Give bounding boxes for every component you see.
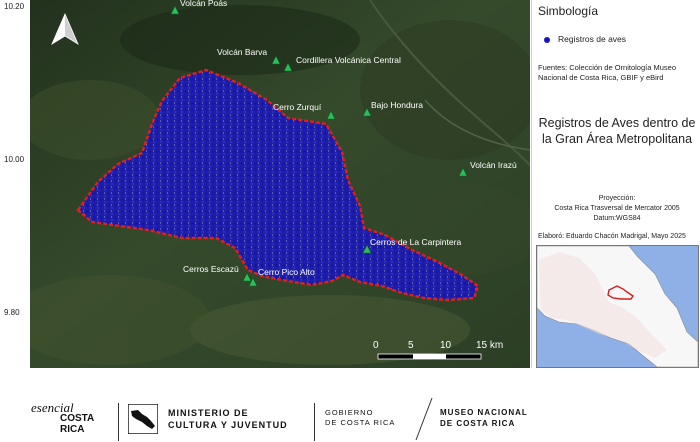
place-label-irazu: Volcán Irazú (470, 160, 517, 170)
sources-text: Fuentes: Colección de Ornitología Museo … (538, 63, 676, 82)
map-title: Registros de Aves dentro de la Gran Área… (538, 116, 696, 146)
lat-label-10-00: 10.00 (4, 155, 25, 164)
gobierno-line-2: DE COSTA RICA (325, 418, 396, 427)
legend-panel: Simbología Registros de aves Fuentes: Co… (531, 0, 700, 368)
datum-text: Datum:WGS84 (593, 215, 641, 222)
scale-tick-15: 15 km (476, 340, 503, 351)
satellite-map[interactable]: Volcán Poás Volcán Barva Cordillera Volc… (30, 0, 530, 368)
place-label-pico-alto: Cerro Pico Alto (258, 267, 315, 277)
footer-divider-1 (118, 403, 119, 441)
ministry-line-1: MINISTERIO DE (168, 408, 249, 418)
scale-tick-10: 10 (440, 340, 452, 351)
legend-dot-icon (544, 37, 550, 43)
locator-map (536, 245, 699, 368)
place-label-bajo-hondura: Bajo Hondura (371, 100, 423, 110)
place-label-escazu: Cerros Escazú (183, 264, 239, 274)
footer-divider-2 (314, 403, 315, 441)
museo-line-2: DE COSTA RICA (440, 419, 516, 428)
scale-tick-5: 5 (408, 340, 414, 351)
ministry-logo-icon (128, 404, 158, 434)
footer-slash-divider (415, 397, 433, 441)
place-label-zurqui: Cerro Zurquí (273, 102, 322, 112)
ministry-line-2: CULTURA Y JUVENTUD (168, 420, 288, 430)
logo-costa-rica-text: COSTA RICA (60, 413, 94, 435)
projection-value: Costa Rica Trasversal de Mercator 2005 (554, 205, 680, 212)
place-label-barva: Volcán Barva (217, 47, 267, 57)
projection-label: Proyección: (598, 195, 636, 202)
lat-label-9-80: 9.80 (4, 308, 20, 317)
legend-title: Simbología (538, 4, 599, 18)
credit-text: Elaboró: Eduardo Chacón Madrigal, Mayo 2… (538, 233, 686, 240)
map-layout: 10.20 10.00 9.80 Volcán Poás Volcán Barv… (0, 0, 700, 441)
scale-tick-0: 0 (373, 340, 379, 351)
museo-line-1: MUSEO NACIONAL (440, 408, 528, 417)
legend-item-label: Registros de aves (558, 34, 627, 44)
gobierno-line-1: GOBIERNO (325, 408, 374, 417)
place-label-carpintera: Cerros de La Carpintera (370, 237, 461, 247)
footer-logos: esencial COSTA RICA MINISTERIO DE CULTUR… (0, 370, 700, 441)
lat-label-10-20: 10.20 (4, 2, 25, 11)
place-label-poas: Volcán Poás (180, 0, 227, 8)
place-label-cordillera: Cordillera Volcánica Central (296, 55, 401, 65)
